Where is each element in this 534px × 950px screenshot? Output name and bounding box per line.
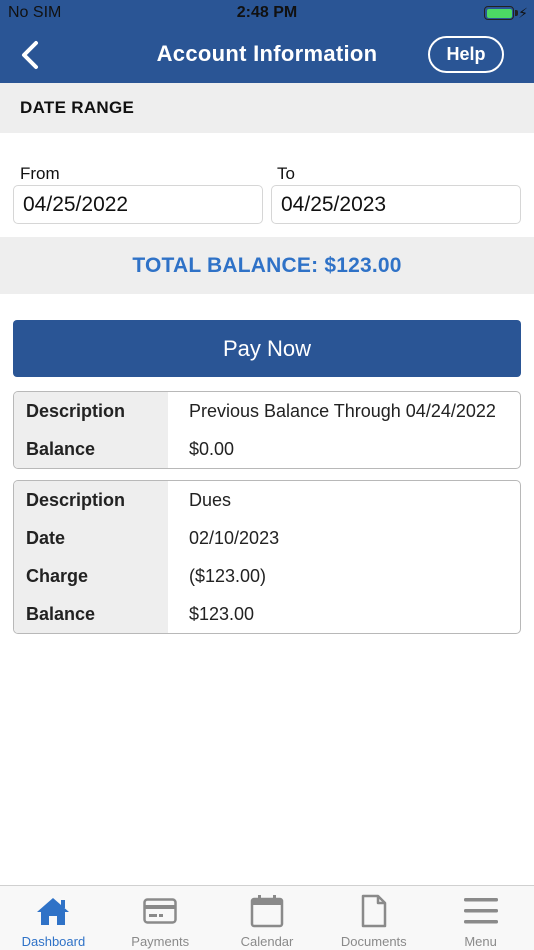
date-range-title: DATE RANGE <box>20 98 135 117</box>
row-value: $0.00 <box>189 438 235 459</box>
row-key: Description <box>14 481 168 519</box>
tab-label: Menu <box>464 934 497 949</box>
nav-bar: Account Information Help <box>0 28 534 83</box>
tab-menu[interactable]: Menu <box>427 886 534 950</box>
transaction-row: Description Previous Balance Through 04/… <box>14 392 520 430</box>
from-date-input[interactable] <box>13 185 263 224</box>
row-key: Balance <box>14 595 168 633</box>
tab-documents[interactable]: Documents <box>320 886 427 950</box>
pay-now-button[interactable]: Pay Now <box>13 320 521 377</box>
tab-label: Payments <box>131 934 190 949</box>
charging-icon: ⚡ <box>518 5 528 21</box>
date-range-header: DATE RANGE <box>0 83 534 133</box>
calendar-icon <box>250 895 284 928</box>
total-balance: TOTAL BALANCE: $123.00 <box>132 253 402 277</box>
row-key: Description <box>14 392 168 430</box>
menu-icon <box>463 898 498 924</box>
transaction-row: Balance $0.00 <box>14 430 520 468</box>
home-icon <box>37 898 70 925</box>
row-key: Balance <box>14 430 168 468</box>
tab-payments[interactable]: Payments <box>107 886 214 950</box>
transaction-card: Description Previous Balance Through 04/… <box>13 391 521 469</box>
transaction-row: Charge ($123.00) <box>14 557 520 595</box>
help-button[interactable]: Help <box>428 36 504 73</box>
tab-bar: Dashboard Payments Calendar Documents Me… <box>0 885 534 950</box>
from-label: From <box>20 164 60 183</box>
status-bar: No SIM 2:48 PM ⚡ <box>0 0 534 28</box>
tab-label: Calendar <box>240 934 294 949</box>
transaction-row: Balance $123.00 <box>14 595 520 633</box>
tab-label: Documents <box>340 934 407 949</box>
transaction-row: Date 02/10/2023 <box>14 519 520 557</box>
total-balance-band: TOTAL BALANCE: $123.00 <box>0 237 534 294</box>
clock: 2:48 PM <box>236 4 298 21</box>
tab-dashboard[interactable]: Dashboard <box>0 886 107 950</box>
tab-label: Dashboard <box>21 934 86 949</box>
document-icon <box>361 894 387 928</box>
to-date-input[interactable] <box>271 185 521 224</box>
credit-card-icon <box>143 898 177 924</box>
row-value: 02/10/2023 <box>189 527 280 548</box>
row-key: Date <box>14 519 168 557</box>
row-value: ($123.00) <box>189 565 267 586</box>
row-value: Previous Balance Through 04/24/2022 <box>189 400 496 421</box>
to-label: To <box>277 164 295 183</box>
battery-icon <box>484 6 518 20</box>
row-key: Charge <box>14 557 168 595</box>
row-value: $123.00 <box>189 603 255 624</box>
transaction-row: Description Dues <box>14 481 520 519</box>
transaction-card: Description Dues Date 02/10/2023 Charge … <box>13 480 521 634</box>
row-value: Dues <box>189 489 232 510</box>
tab-calendar[interactable]: Calendar <box>214 886 321 950</box>
